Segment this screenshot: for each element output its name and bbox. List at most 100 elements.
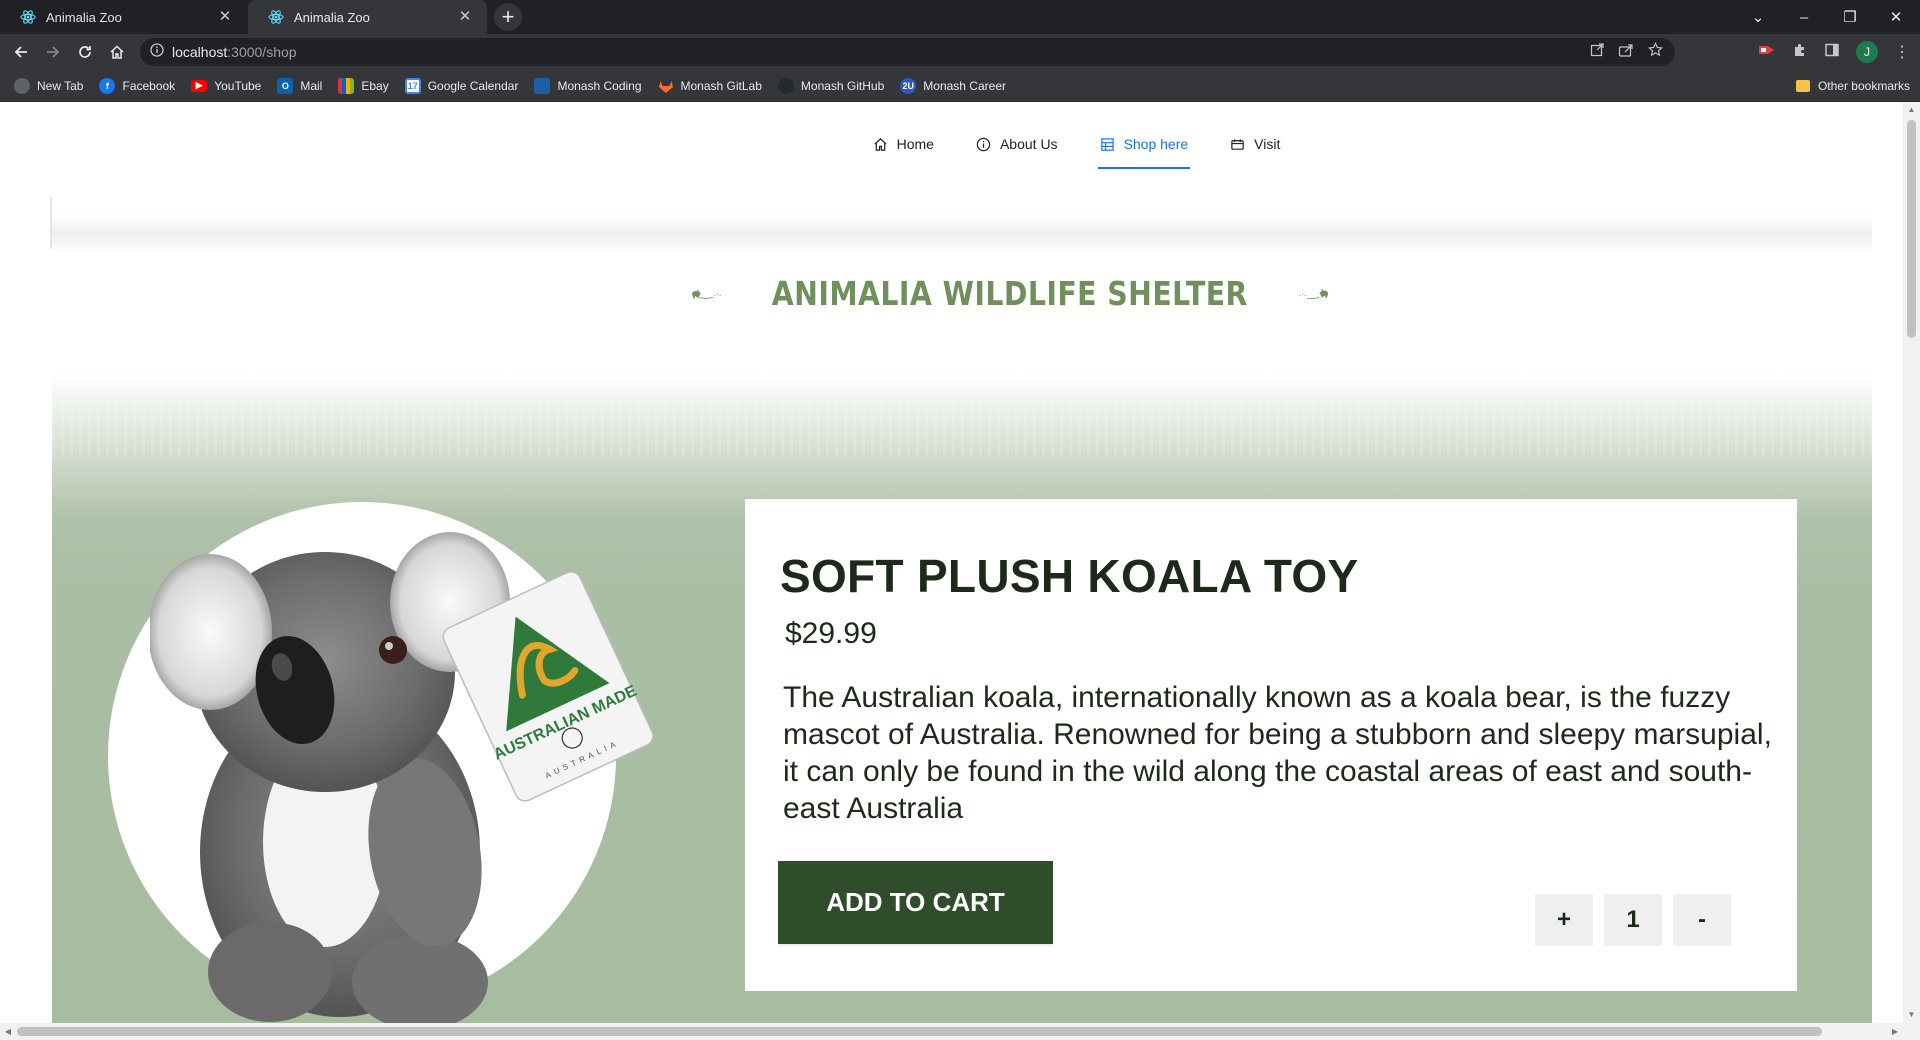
restore-button[interactable]: ❐ — [1827, 0, 1873, 34]
scroll-down-arrow-icon[interactable]: ▼ — [1903, 1007, 1920, 1023]
tab-search-icon[interactable]: ⌄ — [1735, 0, 1781, 34]
quantity-decrease-button[interactable]: - — [1673, 894, 1731, 946]
bookmark-monash-coding[interactable]: Monash Coding — [534, 77, 642, 94]
omnibox-actions — [1590, 38, 1675, 66]
quantity-value: 1 — [1604, 894, 1662, 946]
product-price: $29.99 — [785, 617, 877, 650]
profile-avatar[interactable]: J — [1856, 41, 1878, 63]
nav-about-us[interactable]: About Us — [974, 102, 1060, 186]
github-icon — [777, 77, 794, 94]
close-window-button[interactable]: ✕ — [1873, 0, 1919, 34]
extensions-puzzle-icon[interactable] — [1792, 42, 1808, 63]
bookmark-label: Facebook — [122, 78, 176, 93]
browser-tab[interactable]: Animalia Zoo ✕ — [0, 0, 247, 34]
horizontal-scrollbar[interactable]: ◀ ▶ — [0, 1023, 1920, 1040]
ebay-icon — [338, 77, 355, 94]
vertical-scrollbar[interactable]: ▲ ▼ — [1903, 102, 1920, 1023]
koala-plush-image: AUSTRALIAN MADE AUSTRALIA — [150, 532, 654, 1023]
home-button-icon[interactable] — [102, 34, 132, 70]
product-card: SOFT PLUSH KOALA TOY $29.99 The Australi… — [745, 499, 1797, 991]
gitlab-icon — [658, 78, 674, 94]
scroll-up-arrow-icon[interactable]: ▲ — [1903, 102, 1920, 118]
bookmark-label: New Tab — [37, 78, 84, 93]
horizontal-scroll-thumb[interactable] — [17, 1027, 1822, 1036]
browser-menu-icon[interactable]: ⋮ — [1894, 42, 1910, 62]
share-icon[interactable] — [1618, 43, 1634, 62]
bookmark-label: Monash Coding — [557, 78, 642, 93]
product-description: The Australian koala, internationally kn… — [783, 681, 1772, 825]
url-text: localhost:3000/shop — [172, 44, 297, 60]
minimize-button[interactable]: – — [1781, 0, 1827, 34]
nav-label: Visit — [1254, 136, 1281, 152]
reload-icon[interactable] — [70, 34, 100, 70]
side-panel-icon[interactable] — [1824, 42, 1840, 63]
close-tab-icon[interactable]: ✕ — [217, 9, 233, 25]
other-bookmarks[interactable]: Other bookmarks — [1795, 70, 1910, 102]
bookmark-youtube[interactable]: ▶ YouTube — [191, 79, 261, 93]
nav-visit[interactable]: Visit — [1228, 102, 1282, 186]
brush-texture — [52, 367, 1872, 457]
add-to-cart-button[interactable]: ADD TO CART — [778, 861, 1053, 944]
bookmark-mail[interactable]: O Mail — [277, 77, 323, 94]
bookmark-monash-gitlab[interactable]: Monash GitLab — [658, 78, 762, 94]
browser-tab-active[interactable]: Animalia Zoo ✕ — [248, 0, 487, 34]
shop-icon — [1100, 137, 1114, 151]
bookmark-monash-github[interactable]: Monash GitHub — [777, 77, 885, 94]
bookmark-star-icon[interactable] — [1648, 42, 1663, 62]
bookmark-facebook[interactable]: f Facebook — [99, 77, 176, 94]
top-brush-stroke — [52, 214, 1872, 254]
logo-text: ANIMALIA WILDLIFE SHELTER — [771, 273, 1249, 313]
nav-label: Home — [896, 136, 934, 152]
home-icon — [874, 137, 887, 151]
bookmark-new-tab[interactable]: New Tab — [14, 77, 84, 94]
facebook-icon: f — [99, 77, 116, 94]
bookmark-label: Mail — [300, 78, 323, 93]
open-in-app-icon[interactable] — [1590, 42, 1604, 62]
nav-label: About Us — [999, 136, 1058, 152]
site-nav: Home About Us Shop here Visit — [0, 102, 1903, 186]
bookmark-label: Monash GitHub — [800, 78, 885, 93]
bookmark-label: Ebay — [361, 78, 389, 93]
site-info-icon[interactable] — [150, 42, 164, 62]
browser-toolbar: localhost:3000/shop J ⋮ — [0, 34, 1920, 70]
bookmark-monash-career[interactable]: 2U Monash Career — [900, 77, 1006, 94]
forward-icon[interactable] — [38, 34, 68, 70]
new-tab-button[interactable]: + — [494, 3, 522, 31]
scroll-right-arrow-icon[interactable]: ▶ — [1887, 1023, 1903, 1040]
nav-shop-here[interactable]: Shop here — [1097, 102, 1191, 186]
quantity-increase-button[interactable]: + — [1535, 894, 1593, 946]
url-host: localhost — [172, 44, 228, 60]
career-icon: 2U — [900, 77, 917, 94]
url-path: :3000/shop — [227, 44, 297, 60]
outlook-icon: O — [277, 77, 294, 94]
extensions-area: J ⋮ — [1758, 34, 1910, 70]
bookmark-label: Monash Career — [923, 78, 1006, 93]
youtube-icon: ▶ — [191, 79, 208, 92]
folder-icon — [1795, 80, 1810, 92]
tab-title: Animalia Zoo — [46, 9, 122, 25]
bookmark-label: Google Calendar — [427, 78, 519, 93]
bookmark-ebay[interactable]: Ebay — [338, 77, 389, 94]
close-tab-icon[interactable]: ✕ — [457, 9, 473, 25]
bookmarks-bar: New Tab f Facebook ▶ YouTube O Mail Ebay… — [0, 70, 1920, 102]
address-bar[interactable]: localhost:3000/shop — [140, 38, 1675, 66]
vertical-scroll-thumb[interactable] — [1907, 120, 1916, 338]
nav-label: Shop here — [1123, 136, 1189, 152]
info-icon — [976, 137, 991, 151]
extension-red-icon[interactable] — [1758, 43, 1776, 62]
nav-home[interactable]: Home — [871, 102, 936, 186]
bookmark-google-calendar[interactable]: 17 Google Calendar — [404, 77, 519, 94]
page-viewport: Home About Us Shop here Visit ANIMALIA W… — [0, 102, 1903, 1023]
kangaroo-left-icon — [692, 289, 721, 299]
react-icon — [268, 9, 284, 25]
bookmark-label: YouTube — [214, 78, 262, 93]
monash-icon — [534, 77, 551, 94]
site-logo: ANIMALIA WILDLIFE SHELTER — [690, 262, 1330, 324]
scroll-left-arrow-icon[interactable]: ◀ — [0, 1023, 16, 1040]
tab-strip: Animalia Zoo ✕ Animalia Zoo ✕ + ⌄ – ❐ ✕ — [0, 0, 1920, 34]
back-icon[interactable] — [6, 34, 36, 70]
kangaroo-right-icon — [1299, 288, 1328, 300]
tab-title: Animalia Zoo — [294, 9, 370, 25]
calendar-icon: 17 — [404, 77, 421, 94]
react-icon — [20, 9, 36, 25]
